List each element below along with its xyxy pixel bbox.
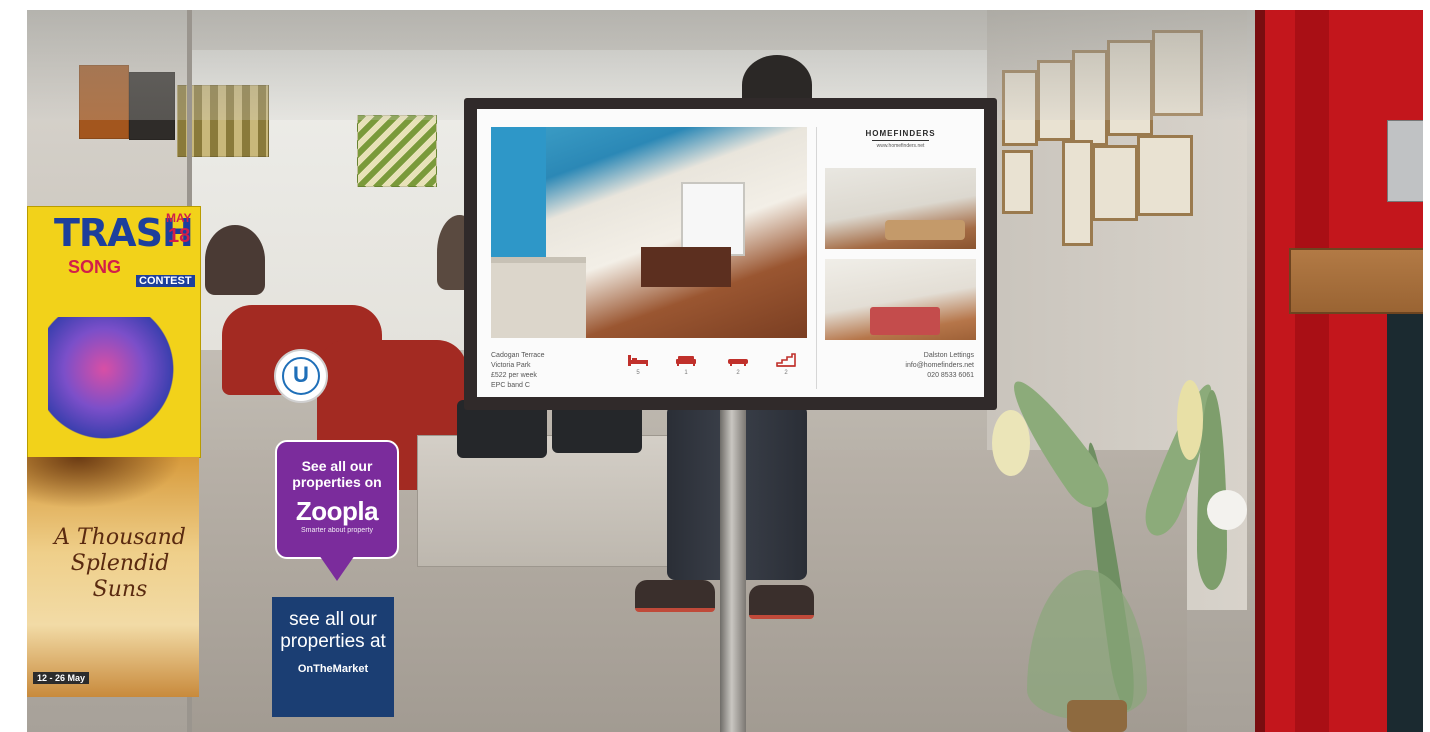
property-address: Cadogan Terrace Victoria Park £522 per w…	[491, 351, 545, 391]
otm-logo: OnTheMarket	[297, 663, 369, 675]
shoe	[635, 580, 715, 612]
poster-month: MAY	[166, 211, 192, 225]
agent-email: info@homefinders.net	[905, 362, 974, 369]
epc-band: EPC band C	[491, 382, 530, 389]
poster-line: SONG	[68, 257, 122, 277]
zoopla-logo: Zoopla	[295, 496, 379, 526]
feature-floors: 2	[773, 353, 799, 376]
window	[681, 182, 745, 256]
property-photo-bedroom	[825, 259, 976, 340]
u-logo-letter: U	[282, 357, 320, 395]
sofa	[885, 220, 965, 240]
display-divider	[816, 127, 817, 389]
address-line: Victoria Park	[491, 362, 531, 369]
zoopla-line: See all our properties on	[292, 458, 382, 490]
stairs-icon	[776, 353, 796, 367]
wooden-door-sign	[1289, 248, 1423, 314]
brand-name: HOMEFINDERS	[865, 129, 936, 138]
bed	[870, 307, 940, 335]
plant-flower	[992, 410, 1030, 476]
trash-song-contest-poster: TRASH MAY 18 SONG CONTEST	[27, 206, 201, 458]
seated-person	[205, 225, 265, 295]
poster-tree	[27, 457, 199, 517]
agent-contact: Dalston Lettings info@homefinders.net 02…	[905, 351, 974, 381]
rent-price: £522 per week	[491, 372, 537, 379]
display-screen: HOMEFINDERS www.homefinders.net Cadogan …	[477, 109, 984, 397]
bed-icon	[628, 355, 648, 366]
plant-pot	[1067, 700, 1127, 732]
agent-branch: Dalston Lettings	[923, 352, 974, 359]
bath-icon	[728, 359, 748, 366]
picture-frame	[1002, 150, 1033, 214]
plant-flower	[1207, 490, 1247, 530]
door-glass	[1387, 310, 1423, 732]
kitchen-cabinet	[491, 127, 546, 257]
poster-line: CONTEST	[136, 275, 195, 287]
shop-window-photo: HOMEFINDERS www.homefinders.net Cadogan …	[27, 10, 1423, 732]
main-property-photo	[491, 127, 807, 338]
bag	[552, 405, 642, 453]
digital-display: HOMEFINDERS www.homefinders.net Cadogan …	[464, 98, 997, 410]
poster-dates: 12 - 26 May	[33, 672, 90, 684]
dining-table	[641, 247, 731, 287]
picture-frame	[1092, 145, 1138, 221]
display-stand-pole	[720, 410, 746, 732]
wall-artwork	[357, 115, 437, 187]
door-hardware	[1387, 120, 1423, 202]
play-poster: A Thousand Splendid Suns 12 - 26 May	[27, 457, 199, 697]
zoopla-tagline: Smarter about property	[301, 527, 373, 534]
poster-illustration	[48, 317, 188, 447]
feature-bedrooms: 5	[625, 353, 651, 376]
picture-frame	[1062, 140, 1093, 246]
property-photo-living-room	[825, 168, 976, 249]
otm-text: see all our properties at	[280, 609, 386, 652]
picture-frame	[1137, 135, 1193, 216]
onthemarket-sticker: see all our properties at OnTheMarket	[272, 597, 394, 717]
kitchen-counter	[491, 257, 586, 338]
feature-bathrooms: 2	[725, 353, 751, 376]
zoopla-sticker: See all our properties on Zoopla Smarter…	[275, 440, 399, 581]
sofa-icon	[676, 356, 696, 366]
door-edge	[1255, 10, 1265, 732]
sticker-pointer	[319, 555, 355, 581]
u-logo-sticker: U	[274, 349, 328, 403]
poster-day: 18	[168, 225, 191, 247]
shoe	[749, 585, 814, 619]
agent-phone: 020 8533 6061	[927, 372, 974, 379]
door-panel	[1295, 10, 1329, 732]
address-line: Cadogan Terrace	[491, 352, 545, 359]
brand-url: www.homefinders.net	[876, 143, 925, 149]
feature-receptions: 1	[673, 353, 699, 376]
brand-underline	[872, 140, 929, 141]
plant-flower	[1177, 380, 1203, 460]
poster-title: A Thousand Splendid Suns	[54, 525, 186, 602]
